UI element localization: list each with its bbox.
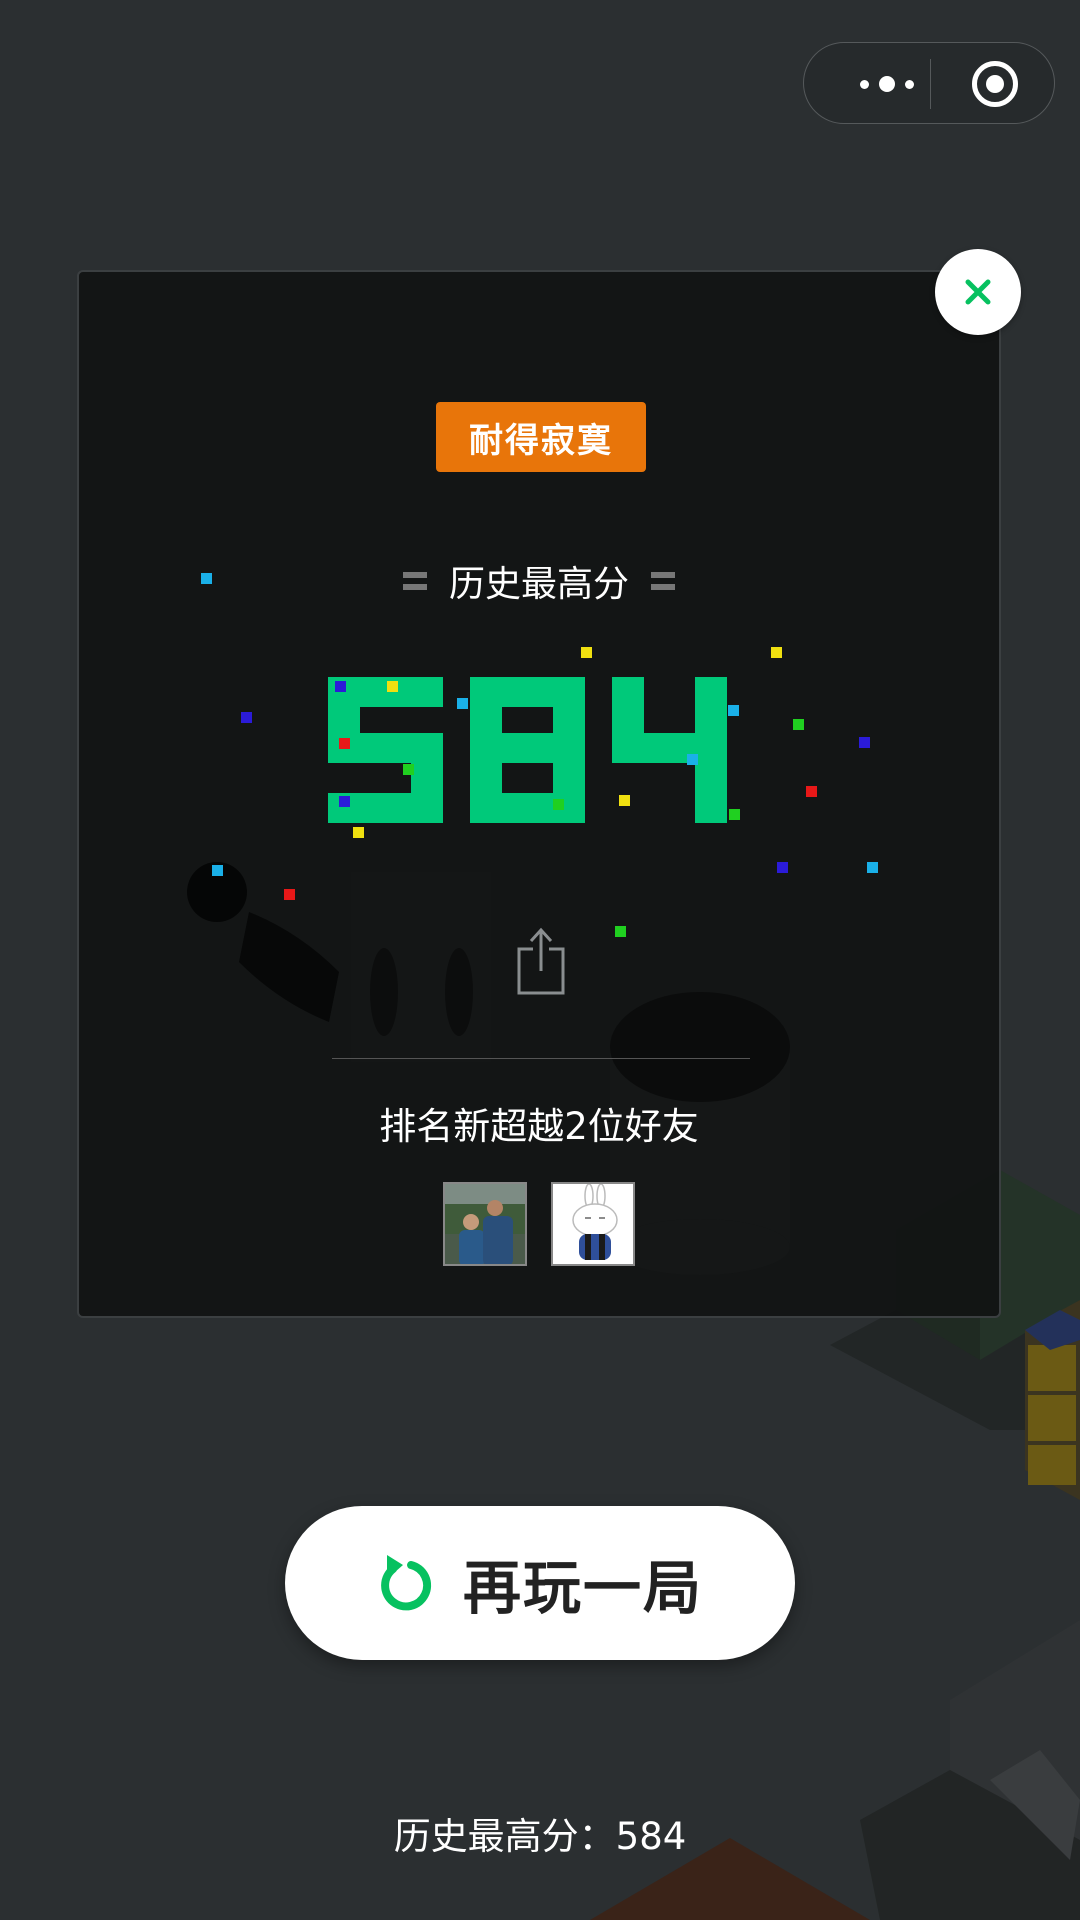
friend-avatar[interactable] — [443, 1182, 527, 1266]
replay-button[interactable]: 再玩一局 — [285, 1506, 795, 1660]
close-icon — [965, 279, 991, 305]
friend-photo — [553, 1184, 633, 1264]
friend-photo — [445, 1184, 525, 1264]
best-score-footer: 历史最高分：584 — [393, 1815, 687, 1858]
more-dots-icon[interactable] — [844, 43, 930, 125]
replay-icon — [381, 1555, 432, 1611]
divider-line — [332, 1058, 750, 1059]
decoration-bars — [651, 572, 675, 590]
surpassed-friends-list — [443, 1182, 635, 1266]
best-score-heading-text: 历史最高分 — [448, 564, 629, 605]
miniprogram-capsule — [803, 42, 1055, 124]
result-modal: 耐得寂寞 历史最高分 排名新超越2位好友 — [77, 270, 1001, 1318]
title-badge: 耐得寂寞 — [436, 402, 646, 472]
target-circle-icon[interactable] — [972, 61, 1018, 107]
best-score-heading: 历史最高分 — [79, 555, 999, 607]
decoration-bars — [402, 572, 427, 590]
rank-message: 排名新超越2位好友 — [379, 1105, 699, 1148]
friend-avatar[interactable] — [551, 1182, 635, 1266]
share-icon[interactable] — [517, 927, 565, 995]
capsule-divider — [930, 59, 931, 109]
best-score-value — [328, 677, 727, 823]
replay-label: 再玩一局 — [462, 1554, 703, 1622]
close-button[interactable] — [935, 249, 1021, 335]
